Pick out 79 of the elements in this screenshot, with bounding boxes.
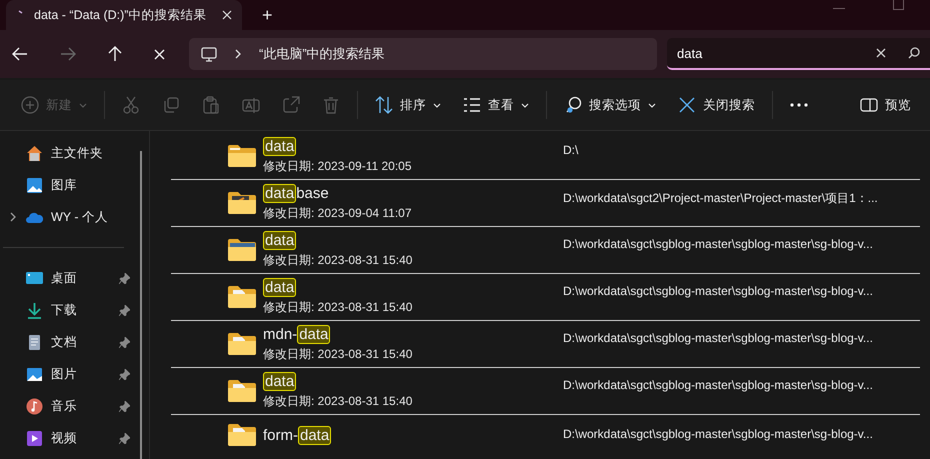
modified-date: 修改日期: 2023-09-11 20:05 — [263, 158, 413, 174]
scissors-icon — [122, 96, 140, 114]
file-name[interactable]: data — [263, 232, 296, 248]
toolbar-button[interactable]: 预览 — [849, 90, 922, 120]
sidebar-item[interactable]: WY - 个人 — [0, 201, 135, 233]
toolbar-button[interactable]: 关闭搜索 — [667, 90, 766, 120]
trash-icon — [322, 96, 340, 114]
minimize-icon[interactable] — [833, 8, 845, 10]
caret-icon — [521, 102, 529, 108]
toolbar-button[interactable]: 查看 — [452, 90, 540, 120]
search-icon[interactable] — [908, 47, 920, 59]
stop-icon[interactable] — [154, 48, 165, 60]
caret-icon — [79, 102, 87, 108]
document-icon — [26, 334, 43, 350]
modified-date: 修改日期: 2023-09-04 11:07 — [263, 204, 413, 222]
modified-date: 修改日期: 2023-08-31 15:40 — [263, 346, 414, 362]
plus-icon — [21, 96, 39, 114]
file-path: D:\ — [563, 143, 578, 157]
sidebar-item[interactable]: 音乐 — [0, 390, 135, 422]
sidebar-item[interactable]: 图库 — [0, 169, 135, 201]
modified-date: 修改日期: 2023-08-31 15:40 — [263, 298, 414, 316]
pin-icon[interactable] — [119, 400, 130, 412]
caret-icon — [433, 102, 441, 108]
paste-icon — [202, 96, 220, 114]
file-path: D:\workdata\sgct\sgblog-master\sgblog-master\sg-blog-v... — [563, 378, 873, 392]
sidebar-item[interactable]: 主文件夹 — [0, 137, 135, 169]
sidebar-item[interactable]: 视频 — [0, 422, 135, 454]
back-icon[interactable] — [12, 47, 28, 61]
share-icon — [282, 96, 300, 114]
search-input[interactable]: data — [677, 46, 854, 60]
search-icon — [564, 96, 582, 114]
chevron-icon[interactable] — [10, 212, 16, 222]
clear-icon[interactable] — [876, 48, 886, 58]
window-tab[interactable]: data - “Data (D:)”中的搜索结果 — [6, 0, 242, 30]
pin-icon[interactable] — [119, 368, 130, 380]
file-path: D:\workdata\sgct\sgblog-master\sgblog-master\sg-blog-v... — [563, 427, 873, 441]
file-path: D:\workdata\sgct\sgblog-master\sgblog-master\sg-blog-v... — [563, 237, 873, 251]
file-path: D:\workdata\sgct\sgblog-master\sgblog-master\sg-blog-v... — [563, 331, 873, 345]
maximize-icon[interactable] — [893, 0, 904, 10]
panel-icon — [860, 96, 878, 114]
pin-icon[interactable] — [119, 304, 130, 316]
file-path: D:\workdata\sgct2\Project-master\Project-master\项目1：... — [563, 190, 878, 207]
music-icon — [26, 398, 43, 414]
list-icon — [463, 96, 481, 114]
copy-icon — [162, 96, 180, 114]
file-path: D:\workdata\sgct\sgblog-master\sgblog-master\sg-blog-v... — [563, 284, 873, 298]
address-bar[interactable]: “此电脑”中的搜索结果 — [189, 38, 657, 70]
pin-icon[interactable] — [119, 432, 130, 444]
more-icon — [790, 103, 808, 107]
sort-icon — [375, 96, 393, 114]
pin-icon[interactable] — [119, 336, 130, 348]
new-tab-button[interactable]: + — [256, 0, 279, 30]
modified-date: 修改日期: 2023-08-31 15:40 — [263, 392, 414, 410]
monitor-icon — [201, 46, 217, 62]
monitor-icon — [26, 270, 43, 286]
pin-icon[interactable] — [119, 272, 130, 284]
file-name[interactable]: data — [263, 138, 296, 154]
up-icon[interactable] — [108, 46, 122, 62]
address-text: “此电脑”中的搜索结果 — [259, 45, 385, 63]
image-icon — [26, 176, 43, 194]
video-icon — [26, 430, 43, 446]
close-icon — [678, 96, 696, 114]
caret-icon — [648, 102, 656, 108]
sidebar-item[interactable]: 图片 — [0, 358, 135, 390]
file-name[interactable]: data — [263, 278, 296, 296]
close-icon[interactable] — [222, 10, 232, 20]
download-icon — [26, 302, 43, 318]
chevron-icon — [235, 49, 241, 59]
sidebar-item[interactable]: 下载 — [0, 294, 135, 326]
rename-icon — [242, 96, 260, 114]
home-icon — [26, 144, 43, 162]
toolbar-button[interactable]: 排序 — [364, 90, 452, 120]
modified-date: 修改日期: 2023-08-31 15:40 — [263, 252, 414, 268]
file-name[interactable]: data — [263, 372, 296, 390]
toolbar-button[interactable]: 搜索选项 — [553, 90, 667, 120]
image-icon — [26, 366, 43, 382]
sidebar-item[interactable]: 文档 — [0, 326, 135, 358]
search-field[interactable]: data — [667, 38, 930, 70]
sidebar-item[interactable]: 桌面 — [0, 262, 135, 294]
